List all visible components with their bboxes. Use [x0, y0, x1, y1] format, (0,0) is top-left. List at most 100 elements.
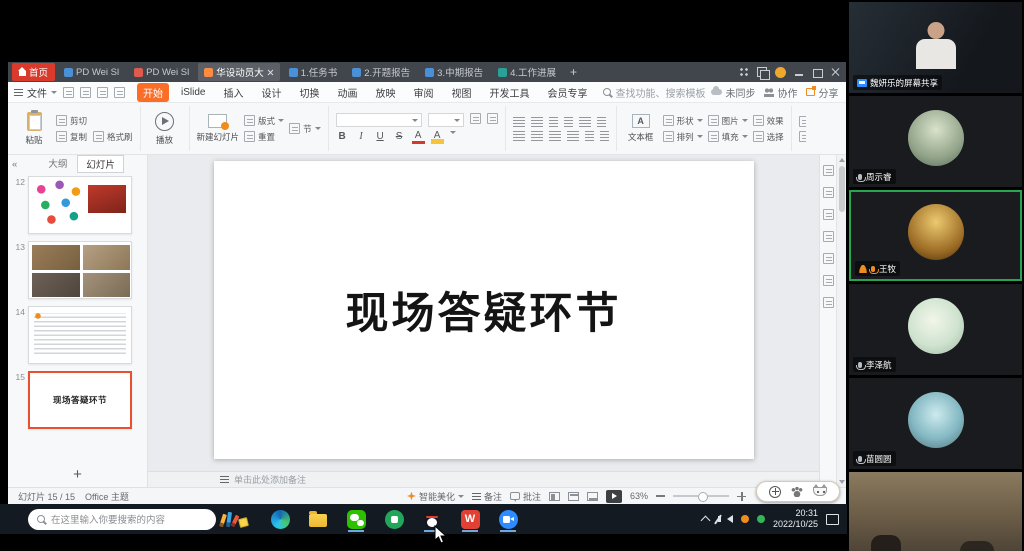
slide-thumbnail-14[interactable]: 14	[10, 306, 141, 364]
print-icon[interactable]	[80, 87, 91, 98]
textbox-button[interactable]: 文本框	[624, 114, 658, 143]
decrease-font-icon[interactable]	[487, 113, 498, 124]
search-highlights-decoration[interactable]	[221, 512, 248, 527]
chevron-down-icon[interactable]	[450, 131, 456, 134]
paw-icon[interactable]	[791, 487, 803, 497]
slide-thumbnail-12[interactable]: 12	[10, 176, 141, 234]
ribbon-tab-islide[interactable]: iSlide	[175, 85, 211, 100]
action-center-icon[interactable]	[826, 514, 839, 525]
scroll-up-icon[interactable]	[839, 158, 845, 162]
file-menu[interactable]: 文件	[14, 85, 57, 100]
ribbon-tab-view[interactable]: 视图	[445, 83, 477, 102]
layout-button[interactable]: 版式	[244, 115, 284, 127]
zoom-out-button[interactable]	[656, 495, 665, 497]
more-tools-icon[interactable]	[799, 131, 806, 142]
align-center-icon[interactable]	[531, 131, 543, 141]
reading-view-icon[interactable]	[587, 492, 598, 501]
home-tab[interactable]: 首页	[12, 63, 55, 81]
align-left-icon[interactable]	[513, 131, 525, 141]
switch-window-icon[interactable]	[757, 67, 767, 77]
vertical-scrollbar[interactable]	[836, 155, 846, 487]
design-tools-icon[interactable]	[823, 209, 834, 220]
theme-name[interactable]: Office 主题	[85, 490, 129, 503]
bold-button[interactable]: B	[336, 131, 349, 144]
align-right-icon[interactable]	[549, 131, 561, 141]
slide-thumbnail-15-selected[interactable]: 15 现场答疑环节	[10, 371, 141, 429]
maximize-button[interactable]	[812, 67, 822, 77]
redo-icon[interactable]	[114, 87, 125, 98]
doc-tab-2[interactable]: PD Wei Sl	[128, 65, 195, 80]
user-avatar[interactable]	[775, 67, 786, 78]
increase-font-icon[interactable]	[470, 113, 481, 124]
shape-button[interactable]: 形状	[663, 115, 703, 127]
slide-canvas[interactable]: 现场答疑环节	[148, 155, 819, 471]
copy-button[interactable]: 复制	[56, 131, 87, 143]
wps-app-icon[interactable]	[458, 506, 482, 532]
file-explorer-app-icon[interactable]	[306, 506, 330, 532]
doc-tab-7[interactable]: 4.工作进展	[492, 63, 562, 81]
paste-button[interactable]: 粘贴	[17, 112, 51, 146]
picture-button[interactable]: 图片	[708, 115, 748, 127]
workspace-grid-icon[interactable]	[739, 67, 749, 77]
strikethrough-button[interactable]: S	[393, 131, 406, 144]
taskbar-clock[interactable]: 20:31 2022/10/25	[773, 508, 818, 530]
justify-icon[interactable]	[567, 131, 579, 141]
section-button[interactable]: 节	[289, 123, 321, 135]
taskbar-search-box[interactable]: 在这里输入你要搜索的内容	[28, 509, 216, 530]
participant-tile-3-speaking[interactable]: 王牧	[849, 190, 1022, 281]
participant-tile-1[interactable]: 魏妍乐的屏幕共享	[849, 2, 1022, 93]
status-tray-icon[interactable]	[757, 515, 765, 523]
slide-thumbnail-13[interactable]: 13	[10, 241, 141, 299]
edge-app-icon[interactable]	[268, 506, 292, 532]
zoom-slider[interactable]	[673, 495, 729, 497]
more-tools-icon[interactable]	[799, 116, 806, 127]
font-size-select[interactable]	[428, 113, 464, 127]
speaker-icon[interactable]	[727, 515, 733, 523]
zoom-percent[interactable]: 63%	[630, 491, 648, 501]
text-direction-icon[interactable]	[597, 117, 606, 127]
collaborate-button[interactable]: 协作	[764, 85, 797, 100]
font-name-select[interactable]	[336, 113, 422, 127]
bullets-icon[interactable]	[513, 117, 525, 127]
ribbon-tab-insert[interactable]: 插入	[217, 83, 249, 102]
chart-tools-icon[interactable]	[823, 297, 834, 308]
cat-icon[interactable]	[813, 487, 827, 496]
new-tab-button[interactable]: +	[565, 65, 582, 79]
comment-pane-icon[interactable]	[823, 231, 834, 242]
doc-tab-1[interactable]: PD Wei Sl	[58, 65, 125, 80]
minimize-button[interactable]	[794, 67, 804, 77]
selection-pane-icon[interactable]	[823, 275, 834, 286]
sync-status[interactable]: 未同步	[711, 85, 755, 100]
ribbon-tab-transition[interactable]: 切换	[293, 83, 325, 102]
compass-icon[interactable]	[769, 486, 781, 498]
doc-tab-3-active[interactable]: 华设动员大	[198, 63, 280, 81]
undo-icon[interactable]	[97, 87, 108, 98]
ribbon-tab-review[interactable]: 审阅	[407, 83, 439, 102]
normal-view-icon[interactable]	[549, 492, 560, 501]
slide-sorter-view-icon[interactable]	[568, 492, 579, 501]
doc-tab-5[interactable]: 2.开题报告	[346, 63, 416, 81]
green-app-icon[interactable]	[382, 506, 406, 532]
close-tab-icon[interactable]	[267, 69, 274, 76]
slides-tab[interactable]: 幻灯片	[77, 155, 124, 173]
indent-decrease-icon[interactable]	[549, 117, 558, 127]
smart-beautify-button[interactable]: 智能美化	[407, 490, 464, 503]
slide-title-text[interactable]: 现场答疑环节	[346, 279, 622, 341]
current-slide[interactable]: 现场答疑环节	[214, 161, 754, 459]
scrollbar-thumb[interactable]	[839, 166, 845, 212]
reset-button[interactable]: 重置	[244, 131, 284, 143]
ribbon-tab-member[interactable]: 会员专享	[541, 83, 593, 102]
line-spacing-icon[interactable]	[579, 117, 591, 127]
object-properties-icon[interactable]	[823, 165, 834, 176]
notes-bar[interactable]: 单击此处添加备注	[148, 471, 819, 487]
ribbon-tab-developer[interactable]: 开发工具	[483, 83, 535, 102]
participant-tile-2[interactable]: 周示睿	[849, 96, 1022, 187]
columns-icon[interactable]	[585, 131, 594, 141]
effect-button[interactable]: 效果	[753, 115, 784, 127]
format-painter-button[interactable]: 格式刷	[93, 131, 133, 143]
new-slide-button[interactable]: 新建幻灯片	[197, 114, 240, 143]
close-button[interactable]	[830, 67, 840, 77]
smart-shape-icon[interactable]	[600, 131, 609, 141]
share-button[interactable]: 分享	[806, 85, 838, 100]
collapse-panel-button[interactable]: «	[12, 159, 17, 170]
